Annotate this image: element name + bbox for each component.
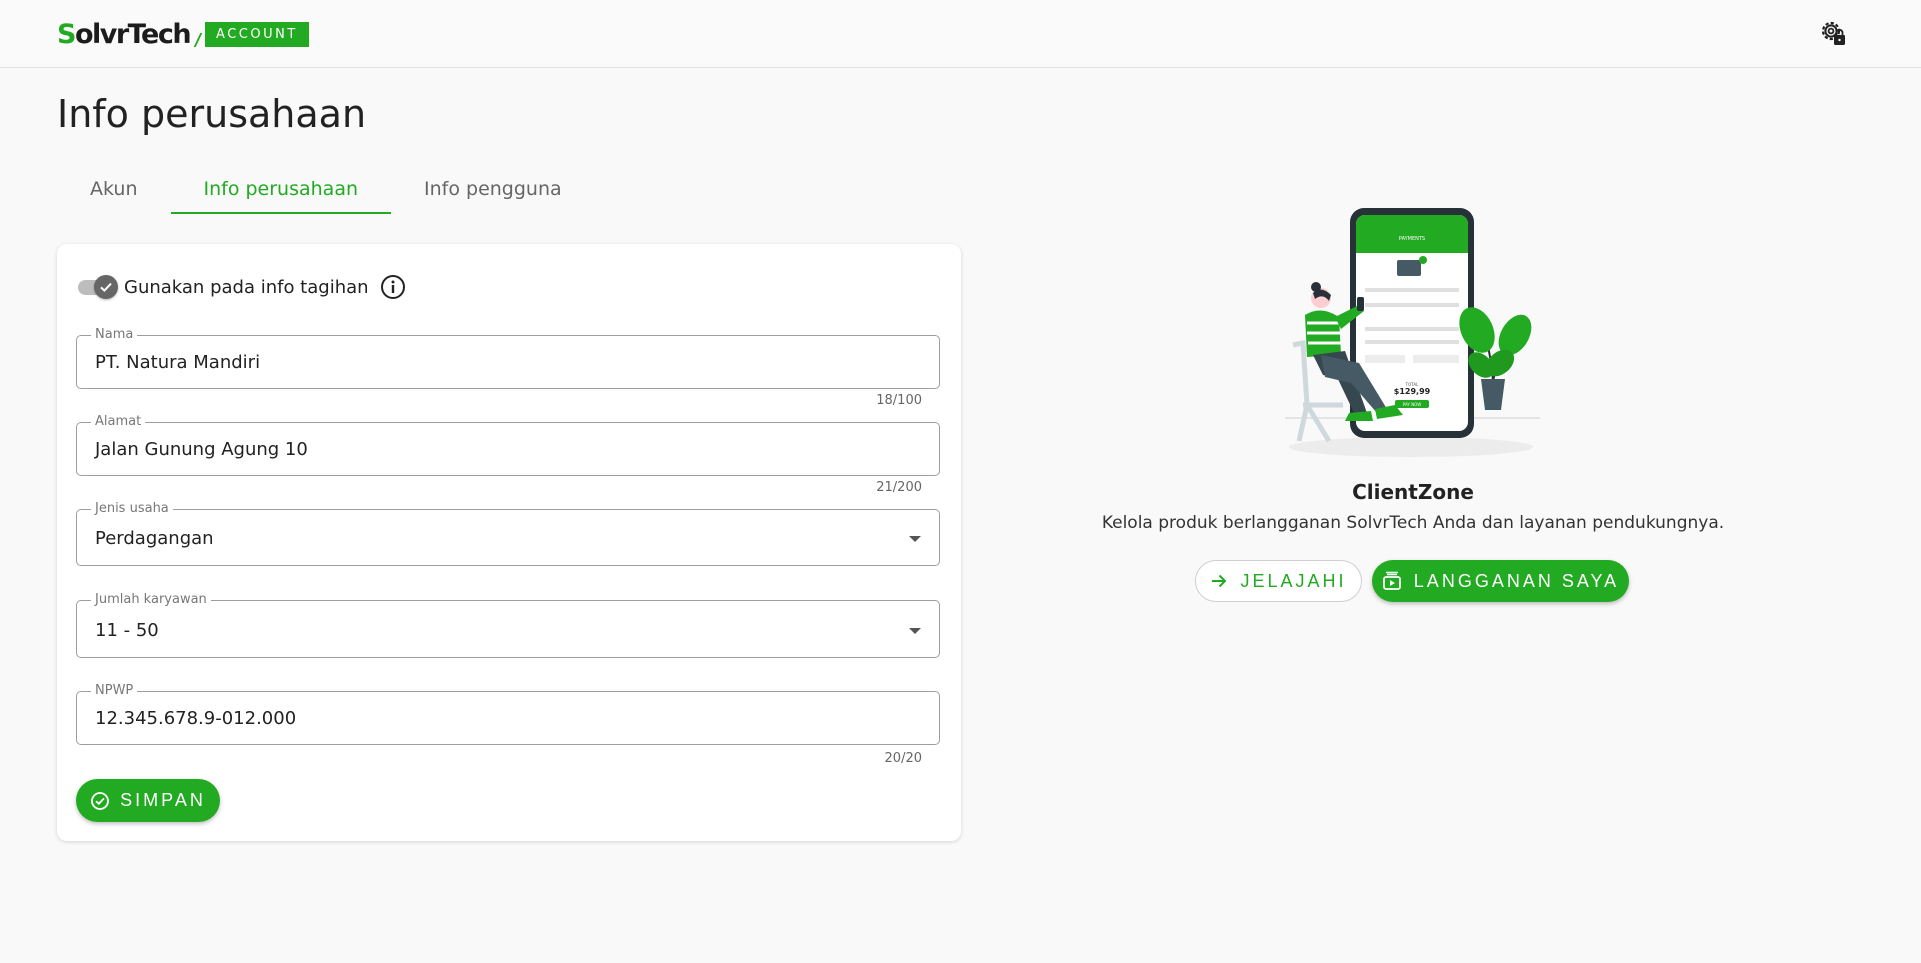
arrow-right-icon bbox=[1212, 574, 1227, 588]
subscriptions-icon bbox=[1382, 571, 1401, 590]
top-app-bar: SolvrTech ACCOUNT bbox=[0, 0, 1921, 68]
save-button[interactable]: SIMPAN bbox=[76, 779, 220, 822]
tab-bar: Akun Info perusahaan Info pengguna bbox=[57, 164, 595, 214]
toggle-knob bbox=[94, 275, 118, 299]
explore-button-label: JELAJAHI bbox=[1240, 570, 1347, 591]
name-field[interactable]: Nama PT. Natura Mandiri bbox=[76, 327, 940, 389]
address-field-value: Jalan Gunung Agung 10 bbox=[95, 439, 308, 460]
employee-count-label: Jumlah karyawan bbox=[91, 592, 211, 608]
phone-total-amount: $129,99 bbox=[1394, 387, 1431, 396]
check-icon bbox=[100, 282, 112, 293]
promo-description: Kelola produk berlangganan SolvrTech And… bbox=[1101, 513, 1725, 533]
employee-count-select[interactable]: Jumlah karyawan 11 - 50 bbox=[76, 592, 940, 658]
tab-akun[interactable]: Akun bbox=[57, 164, 171, 214]
name-char-counter: 18/100 bbox=[876, 393, 922, 408]
phone-card-graphic bbox=[1397, 260, 1421, 276]
npwp-field[interactable]: NPWP 12.345.678.9-012.000 bbox=[76, 683, 940, 745]
business-type-select[interactable]: Jenis usaha Perdagangan bbox=[76, 501, 940, 566]
my-subscriptions-button[interactable]: LANGGANAN SAYA bbox=[1372, 560, 1629, 602]
name-field-label: Nama bbox=[91, 327, 138, 343]
npwp-field-value: 12.345.678.9-012.000 bbox=[95, 708, 297, 729]
billing-info-toggle-row: Gunakan pada info tagihan bbox=[76, 272, 406, 302]
check-circle-icon bbox=[91, 791, 110, 810]
employee-count-value: 11 - 50 bbox=[95, 620, 159, 641]
promo-title: ClientZone bbox=[1352, 480, 1474, 504]
clientzone-illustration: PAYMENTS TOTAL $129,99 PAY NOW bbox=[1285, 208, 1540, 457]
my-subscriptions-button-label: LANGGANAN SAYA bbox=[1413, 570, 1620, 591]
phone-pay-label: PAY NOW bbox=[1403, 402, 1421, 407]
business-type-label: Jenis usaha bbox=[91, 501, 173, 517]
name-field-value: PT. Natura Mandiri bbox=[95, 352, 261, 373]
tab-info-pengguna[interactable]: Info pengguna bbox=[391, 164, 595, 214]
npwp-char-counter: 20/20 bbox=[884, 751, 922, 766]
company-info-card: Gunakan pada info tagihan Nama PT. Natur… bbox=[57, 244, 961, 841]
address-field-label: Alamat bbox=[91, 414, 146, 430]
address-field[interactable]: Alamat Jalan Gunung Agung 10 bbox=[76, 414, 940, 476]
tab-info-perusahaan[interactable]: Info perusahaan bbox=[170, 164, 392, 214]
address-char-counter: 21/200 bbox=[876, 480, 922, 495]
billing-info-toggle-label: Gunakan pada info tagihan bbox=[124, 276, 369, 298]
logo-wordmark: SolvrTech bbox=[57, 18, 192, 50]
chevron-down-icon bbox=[909, 628, 921, 634]
business-type-value: Perdagangan bbox=[95, 528, 214, 549]
save-button-label: SIMPAN bbox=[120, 790, 206, 810]
brand-logo[interactable]: SolvrTech ACCOUNT bbox=[57, 16, 309, 52]
explore-button[interactable]: JELAJAHI bbox=[1195, 560, 1362, 602]
account-badge: ACCOUNT bbox=[205, 21, 309, 47]
phone-header-title: PAYMENTS bbox=[1399, 236, 1425, 242]
settings-gear-lock-icon bbox=[1821, 21, 1845, 45]
page-title: Info perusahaan bbox=[57, 92, 367, 136]
settings-button[interactable] bbox=[1818, 18, 1850, 50]
chevron-down-icon bbox=[909, 536, 921, 542]
info-icon[interactable] bbox=[380, 274, 406, 300]
billing-info-toggle[interactable] bbox=[76, 272, 120, 302]
npwp-field-label: NPWP bbox=[91, 683, 138, 699]
